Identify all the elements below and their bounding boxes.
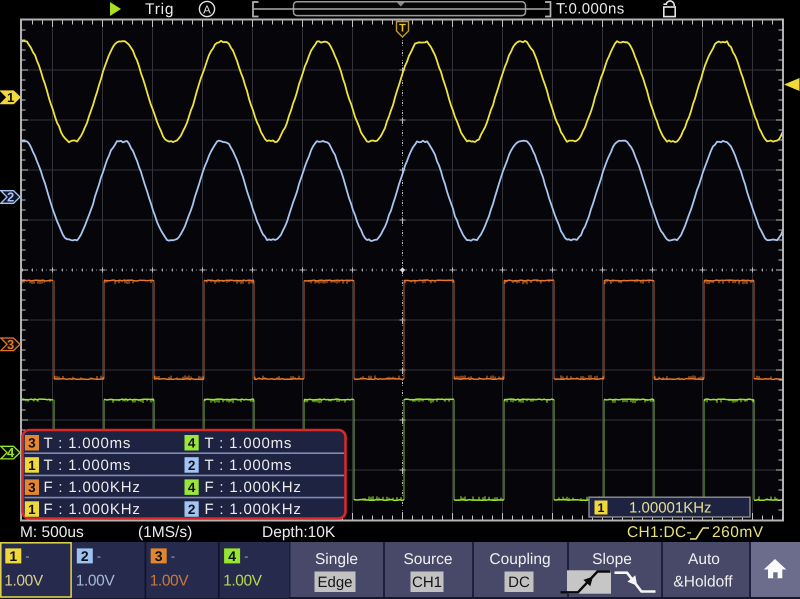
svg-text:T: T [399,23,406,35]
svg-text:Auto: Auto [688,551,720,568]
svg-text:(1MS/s): (1MS/s) [138,524,192,541]
svg-text:DC: DC [508,574,530,591]
svg-text:-: - [244,549,248,564]
svg-text:Trig: Trig [145,1,174,18]
svg-text:3: 3 [28,436,36,451]
svg-text:-: - [25,549,29,564]
svg-text:1.00V: 1.00V [4,573,44,590]
svg-text:M: 500us: M: 500us [20,524,84,541]
svg-text:1: 1 [7,90,14,105]
svg-text:1: 1 [28,458,36,473]
svg-text:T : 1.000ms: T : 1.000ms [44,435,132,452]
svg-text:1.00V: 1.00V [223,573,263,590]
svg-text:F : 1.000KHz: F : 1.000KHz [205,479,302,496]
svg-text:Single: Single [315,551,358,568]
svg-text:4: 4 [7,445,15,460]
svg-text:1: 1 [28,502,36,517]
svg-text:1.00V: 1.00V [76,573,116,590]
svg-text:-: - [97,549,101,564]
svg-text:1.00001KHz: 1.00001KHz [629,499,712,516]
svg-text:1.00V: 1.00V [150,573,190,590]
svg-text:4: 4 [188,436,196,451]
svg-text:2: 2 [81,548,89,564]
svg-text:F : 1.000KHz: F : 1.000KHz [44,501,141,518]
svg-text:F : 1.000KHz: F : 1.000KHz [205,501,302,518]
svg-text:Edge: Edge [317,574,352,591]
svg-text:3: 3 [7,337,14,352]
svg-text:T : 1.000ms: T : 1.000ms [205,457,293,474]
svg-text:4: 4 [228,548,236,564]
svg-text:1: 1 [598,501,605,515]
svg-text:CH1: CH1 [412,574,442,591]
svg-text:Coupling: Coupling [489,551,550,568]
svg-text:CH1:DC-: CH1:DC- [627,524,692,541]
svg-text:-: - [171,549,175,564]
svg-text:4: 4 [188,480,196,495]
svg-text:260mV: 260mV [712,524,764,541]
svg-text:2: 2 [7,190,14,205]
svg-text:&Holdoff: &Holdoff [673,574,733,591]
svg-text:1: 1 [9,548,17,564]
svg-text:Depth:10K: Depth:10K [262,524,336,541]
svg-text:F : 1.000KHz: F : 1.000KHz [44,479,141,496]
svg-text:3: 3 [155,548,163,564]
svg-text:Source: Source [403,551,452,568]
svg-text:A: A [203,4,211,16]
svg-text:3: 3 [28,480,36,495]
svg-text:T : 1.000ms: T : 1.000ms [205,435,293,452]
svg-text:T : 1.000ms: T : 1.000ms [44,457,132,474]
svg-text:2: 2 [188,458,196,473]
svg-text:T:0.000ns: T:0.000ns [556,1,625,18]
svg-text:2: 2 [188,502,196,517]
svg-text:Slope: Slope [592,551,632,568]
